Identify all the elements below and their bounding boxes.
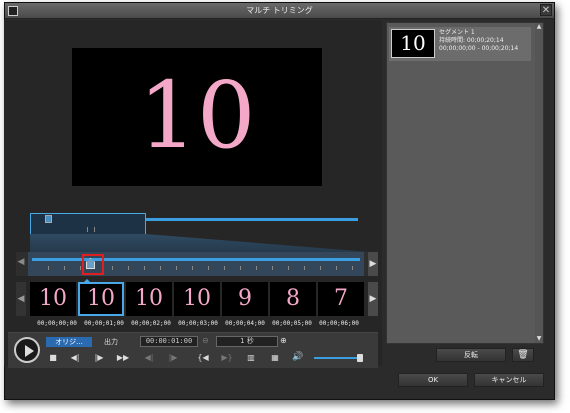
timeline-tick — [336, 266, 337, 270]
frame-thumbnail[interactable]: 10 — [30, 282, 76, 316]
scroll-up-icon[interactable]: ▲ — [535, 23, 543, 31]
segment-list-scrollbar[interactable]: ▲ ▼ — [535, 23, 543, 343]
delete-segment-button[interactable]: 🗑 — [512, 348, 534, 362]
timeline-tick — [208, 266, 209, 270]
reverse-button[interactable]: 反転 — [436, 348, 506, 362]
frame-thumbnail[interactable]: 7 — [318, 282, 364, 316]
split-icon[interactable]: ▥ — [244, 352, 258, 364]
segment-thumbnail: 10 — [391, 29, 435, 58]
timeline-tick — [80, 266, 81, 270]
next-cut-icon[interactable]: |▶ — [166, 352, 180, 364]
frame-thumbnail-selected[interactable]: 10 — [78, 282, 124, 316]
stop-icon[interactable]: ■ — [46, 352, 60, 364]
scroll-down-icon[interactable]: ▼ — [535, 335, 543, 343]
timeline-tick — [192, 266, 193, 270]
overview-grip-handle[interactable] — [87, 227, 95, 232]
timeline-tick — [64, 266, 65, 270]
frame-thumbnail[interactable]: 9 — [222, 282, 268, 316]
thumb-timecode: 00;00;06;00 — [319, 320, 359, 327]
segment-name: セグメント 1 — [439, 29, 475, 36]
multi-split-icon[interactable]: ▦ — [268, 352, 282, 364]
timeline-tick — [176, 266, 177, 270]
window-title: マルチ トリミング — [246, 6, 313, 15]
thumb-timecode: 00;00;02;00 — [131, 320, 171, 327]
current-time-field[interactable]: 00:00:01:00 — [140, 336, 198, 347]
timeline-tick — [256, 266, 257, 270]
mark-out-icon[interactable]: ▶} — [220, 352, 234, 364]
timeline-scroll-left-icon[interactable]: ◀ — [16, 257, 26, 271]
timeline-tick — [240, 266, 241, 270]
volume-slider-knob[interactable] — [357, 354, 363, 362]
segment-list-item[interactable]: 10 セグメント 1 持続時間: 00;00;20;14 00;00;00;00… — [389, 27, 531, 61]
thumb-timecode: 00;00;03;00 — [178, 320, 218, 327]
preview-mode-tabs: オリジ... 出力 — [46, 337, 136, 347]
timeline-row: ◀ ▶ — [16, 252, 378, 276]
prev-cut-icon[interactable]: ◀| — [142, 352, 156, 364]
segment-info: セグメント 1 持続時間: 00;00;20;14 00;00;00;00 - … — [439, 29, 518, 53]
segment-range: 00;00;00;00 - 00;00;20;14 — [439, 45, 519, 52]
overview-zoom-window[interactable] — [30, 213, 146, 235]
overview-timeline[interactable] — [30, 213, 360, 235]
next-frame-icon[interactable]: |▶ — [92, 352, 106, 364]
thumbs-scroll-left-icon[interactable]: ◀ — [16, 282, 26, 316]
zoom-in-icon[interactable]: ⊕ — [280, 336, 290, 347]
timeline-tick — [144, 266, 145, 270]
fast-forward-icon[interactable]: ▶▶ — [116, 352, 130, 364]
thumbnail-strip: ◀ 10 10 10 10 9 8 7 ▶ — [16, 282, 378, 316]
timeline-tick — [288, 266, 289, 270]
timeline-tick — [160, 266, 161, 270]
timeline-tick — [320, 266, 321, 270]
timeline-tick — [352, 266, 353, 270]
close-button[interactable]: ✕ — [540, 4, 552, 16]
segment-duration: 持続時間: 00;00;20;14 — [439, 37, 504, 44]
frame-thumbnail[interactable]: 10 — [126, 282, 172, 316]
playback-controls: オリジ... 出力 00:00:01:00 ⊖ 1 秒 ⊕ ■ ◀| |▶ ▶▶… — [8, 332, 378, 368]
thumbs-scroll-right-icon[interactable]: ▶ — [368, 282, 378, 316]
preview-frame-number: 10 — [138, 62, 256, 169]
overview-playhead[interactable] — [45, 215, 52, 223]
timeline-track[interactable] — [28, 252, 364, 276]
timeline-tick — [224, 266, 225, 270]
thumb-timecode: 00;00;05;00 — [272, 320, 312, 327]
title-bar: マルチ トリミング ✕ — [5, 3, 554, 19]
ok-button[interactable]: OK — [398, 373, 468, 387]
tab-original[interactable]: オリジ... — [46, 337, 92, 347]
cancel-button[interactable]: キャンセル — [474, 373, 544, 387]
volume-icon[interactable]: 🔊 — [292, 352, 304, 364]
timeline-tick — [48, 266, 49, 270]
timeline-tick — [272, 266, 273, 270]
tab-output[interactable]: 出力 — [96, 337, 126, 347]
thumb-timecode: 00;00;04;00 — [225, 320, 265, 327]
video-preview: 10 — [72, 48, 322, 186]
timeline-tick — [112, 266, 113, 270]
timeline-tick — [304, 266, 305, 270]
timeline-tick — [128, 266, 129, 270]
frame-thumbnail[interactable]: 8 — [270, 282, 316, 316]
thumb-timecode: 00;00;00;00 — [37, 320, 77, 327]
volume-slider[interactable] — [314, 357, 362, 359]
zoom-out-icon[interactable]: ⊖ — [202, 336, 212, 347]
timeline-scroll-right-icon[interactable]: ▶ — [368, 252, 378, 276]
thumb-timecode: 00;00;01;00 — [84, 320, 124, 327]
play-button[interactable] — [14, 337, 40, 363]
frame-thumbnail[interactable]: 10 — [174, 282, 220, 316]
segment-list-panel: 10 セグメント 1 持続時間: 00;00;20;14 00;00;00;00… — [386, 22, 544, 344]
zoom-level-field[interactable]: 1 秒 — [216, 336, 278, 347]
mark-in-icon[interactable]: {◀ — [196, 352, 210, 364]
prev-frame-icon[interactable]: ◀| — [68, 352, 82, 364]
